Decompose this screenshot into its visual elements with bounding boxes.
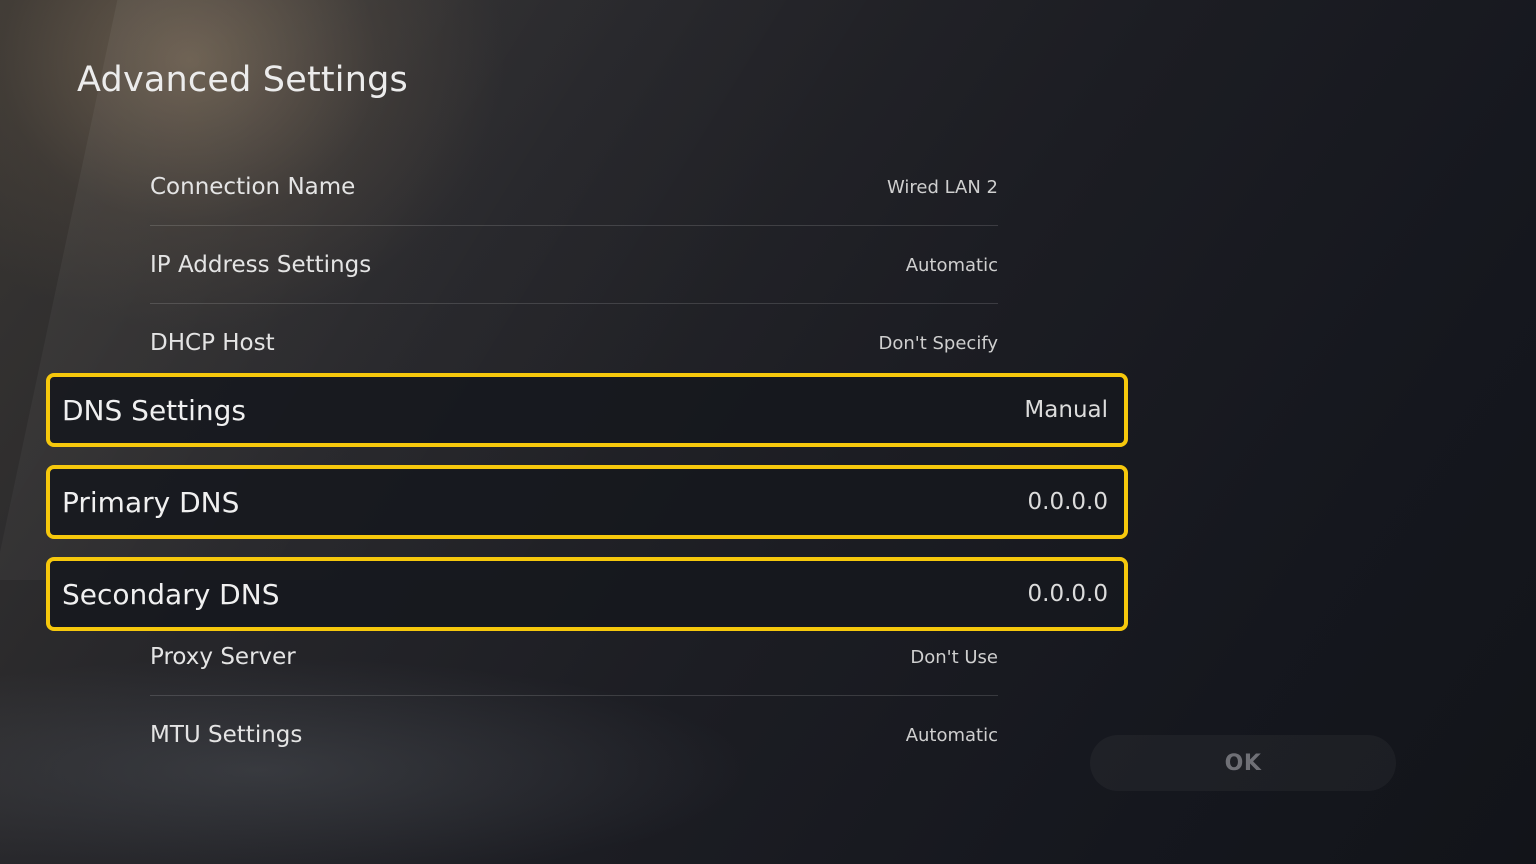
ok-button[interactable]: OK [1090, 735, 1396, 791]
setting-row-dhcp-host[interactable]: DHCP Host Don't Specify [150, 304, 998, 382]
setting-row-proxy-server[interactable]: Proxy Server Don't Use [150, 618, 998, 696]
setting-value: Don't Use [910, 646, 998, 668]
setting-value: Manual [1024, 397, 1108, 423]
setting-label: IP Address Settings [150, 252, 372, 278]
setting-value: 0.0.0.0 [1027, 489, 1108, 515]
setting-value: Don't Specify [878, 332, 998, 354]
setting-label: Secondary DNS [62, 577, 280, 611]
setting-row-connection-name[interactable]: Connection Name Wired LAN 2 [150, 148, 998, 226]
setting-row-primary-dns[interactable]: Primary DNS 0.0.0.0 [46, 465, 1128, 539]
setting-row-ip-address-settings[interactable]: IP Address Settings Automatic [150, 226, 998, 304]
setting-value: Automatic [905, 724, 998, 746]
setting-row-dns-settings[interactable]: DNS Settings Manual [46, 373, 1128, 447]
setting-row-mtu-settings[interactable]: MTU Settings Automatic [150, 696, 998, 774]
setting-label: DNS Settings [62, 393, 247, 427]
setting-label: DHCP Host [150, 330, 275, 356]
setting-value: 0.0.0.0 [1027, 581, 1108, 607]
setting-label: Primary DNS [62, 485, 240, 519]
setting-label: Connection Name [150, 174, 356, 200]
page-title: Advanced Settings [77, 60, 408, 100]
setting-label: MTU Settings [150, 722, 303, 748]
setting-value: Automatic [905, 254, 998, 276]
setting-value: Wired LAN 2 [886, 176, 998, 198]
setting-label: Proxy Server [150, 644, 296, 670]
